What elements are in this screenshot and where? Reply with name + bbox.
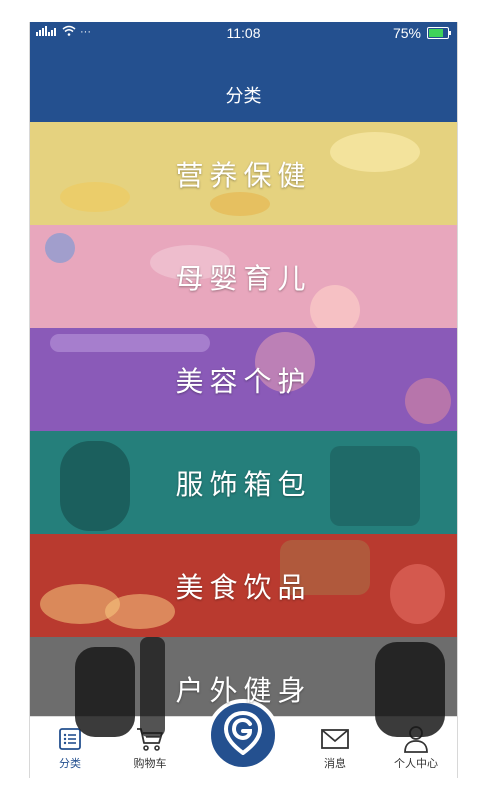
logo-g-icon <box>223 710 263 759</box>
tab-label: 个人中心 <box>394 757 438 770</box>
tab-messages[interactable]: 消息 <box>300 723 370 771</box>
category-label: 母婴育儿 <box>175 261 312 295</box>
battery-percent: 75% <box>392 25 421 41</box>
battery-icon <box>427 27 451 39</box>
app-header: 分类 <box>30 44 457 122</box>
category-baby[interactable]: 母婴育儿 <box>30 225 457 328</box>
home-logo-button[interactable] <box>207 699 279 771</box>
category-nutrition[interactable]: 营养保健 <box>30 122 457 225</box>
tab-label: 消息 <box>324 757 346 770</box>
battery-fill <box>429 29 443 37</box>
category-list: 营养保健 母婴育儿 美容个护 服饰箱包 美食饮品 户外健身 <box>30 122 457 740</box>
status-right: 75% <box>392 25 451 41</box>
category-label: 户外健身 <box>175 673 312 707</box>
tab-label: 购物车 <box>133 757 167 770</box>
category-beauty[interactable]: 美容个护 <box>30 328 457 431</box>
category-apparel[interactable]: 服饰箱包 <box>30 431 457 534</box>
tab-label: 分类 <box>59 757 81 770</box>
page-title: 分类 <box>225 86 262 107</box>
category-food[interactable]: 美食饮品 <box>30 534 457 637</box>
category-label: 美容个护 <box>175 364 312 398</box>
category-label: 美食饮品 <box>175 570 312 604</box>
category-label: 服饰箱包 <box>175 467 312 501</box>
phone-screen: ··· 11:08 75% 分类 营养保健 母婴育儿 美容个护 服饰箱包 美食饮… <box>29 22 458 778</box>
mail-icon <box>300 723 370 755</box>
category-label: 营养保健 <box>175 158 312 192</box>
status-bar: ··· 11:08 75% <box>30 22 457 44</box>
